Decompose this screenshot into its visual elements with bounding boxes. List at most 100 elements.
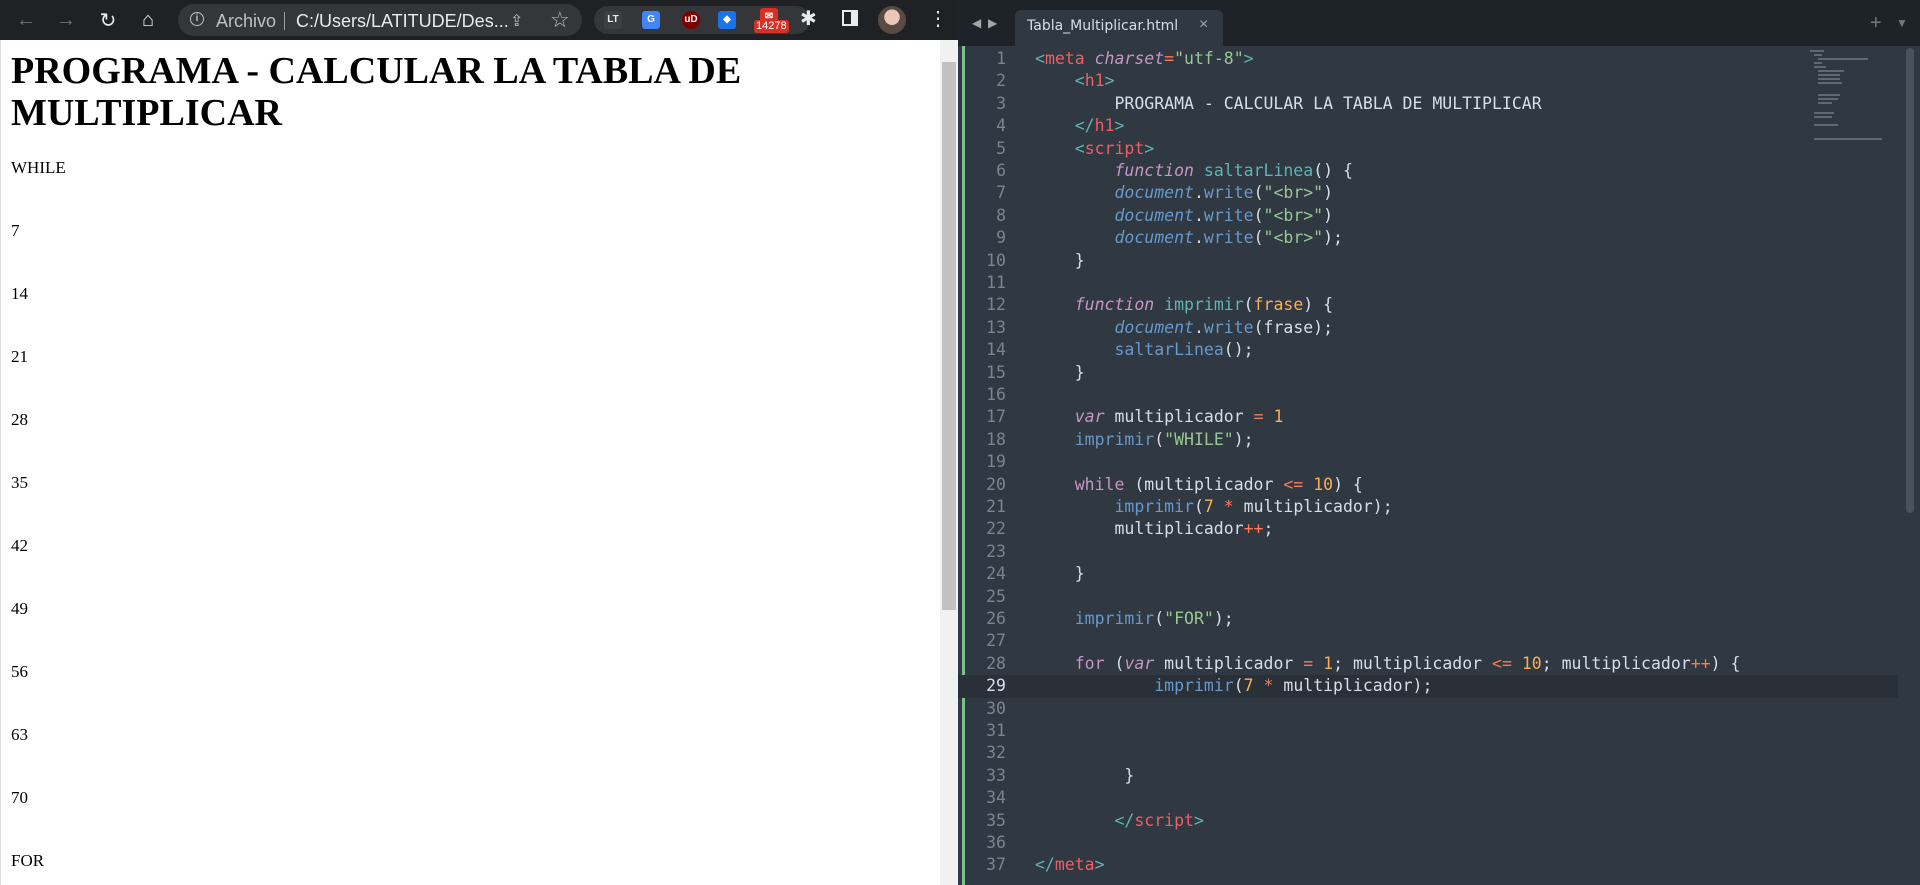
code-line: 18 imprimir("WHILE"); [958,429,1898,451]
line-number: 6 [996,161,1006,180]
line-number: 27 [986,631,1006,651]
code-line: 34 [958,787,1898,809]
line-number: 30 [986,698,1006,718]
code-line: 36 [958,832,1898,854]
code-line: 10 } [958,250,1898,272]
line-number: 33 [986,765,1006,785]
code-line: 1 <meta charset="utf-8"> [958,48,1898,70]
code-line: 3 PROGRAMA - CALCULAR LA TABLA DE MULTIP… [958,93,1898,115]
browser-window: ← → ↻ ⌂ i Archivo C:/Users/LATITUDE/Des.… [0,0,958,885]
menu-dots-icon[interactable]: ⋮ [928,6,948,31]
line-number: 16 [986,385,1006,404]
code-text: </meta> [1035,855,1105,875]
code-line: 22 multiplicador++; [958,518,1898,540]
code-text: document.write("<br>") [1114,205,1334,225]
code-line: 21 imprimir(7 * multiplicador); [958,496,1898,518]
code-line: 27 [958,630,1898,652]
code-line: 33 } [958,765,1898,787]
code-line: 4 </h1> [958,115,1898,137]
code-line: 11 [958,272,1898,294]
forward-arrow-icon[interactable]: → [52,6,80,34]
browser-toolbar: ← → ↻ ⌂ i Archivo C:/Users/LATITUDE/Des.… [0,0,958,40]
code-line: 24 } [958,563,1898,585]
code-line: 20 while (multiplicador <= 10) { [958,474,1898,496]
code-text: <meta charset="utf-8"> [1035,49,1254,68]
code-text: </h1> [1074,116,1125,136]
code-text: document.write("<br>") [1114,183,1334,203]
code-text: <h1> [1074,71,1115,91]
code-line: 31 [958,720,1898,742]
output-line: FOR [11,851,45,870]
google-translate-icon[interactable]: G [642,11,660,29]
mail-badge: 14278 [754,20,789,33]
line-number: 29 [986,676,1006,696]
code-text: imprimir("FOR"); [1074,609,1234,628]
home-icon[interactable]: ⌂ [134,6,162,34]
code-text: imprimir(7 * multiplicador); [1114,497,1393,516]
code-line: 5 <script> [958,138,1898,160]
output-line: 14 [11,284,28,303]
reload-icon[interactable]: ↻ [94,6,122,34]
line-number: 14 [986,340,1006,360]
code-line: 8 document.write("<br>") [958,205,1898,227]
puzzle-icon[interactable]: ✱ [800,6,817,31]
output-line: WHILE [11,158,66,177]
output-line: 49 [11,599,28,618]
close-icon[interactable]: × [1199,16,1208,34]
code-text: } [1035,765,1135,785]
page-scrollbar-thumb[interactable] [942,62,956,610]
file-tab-label: Tabla_Multiplicar.html [1027,18,1179,34]
line-number: 12 [986,295,1006,315]
page-heading: PROGRAMA - CALCULAR LA TABLA DE MULTIPLI… [11,50,742,134]
tab-list-icon[interactable]: ▼ [1896,16,1908,30]
code-line: 2 <h1> [958,70,1898,92]
line-number: 3 [996,93,1006,113]
code-text: function saltarLinea() { [1114,161,1353,180]
line-number: 34 [986,788,1006,808]
line-number: 19 [986,452,1006,472]
share-icon[interactable]: ⇪ [510,11,523,31]
line-number: 26 [986,609,1006,628]
tab-scroll-right-icon[interactable]: ▶ [988,16,997,30]
output-line: 28 [11,410,28,429]
line-number: 4 [996,116,1006,136]
star-icon[interactable]: ☆ [550,7,570,33]
line-number: 7 [996,183,1006,203]
line-number: 28 [986,653,1006,673]
line-number: 36 [986,833,1006,852]
code-line: 26 imprimir("FOR"); [958,608,1898,630]
line-number: 22 [986,519,1006,539]
line-number: 1 [996,49,1006,68]
file-tab[interactable]: Tabla_Multiplicar.html × [1015,10,1223,46]
code-line: 7 document.write("<br>") [958,182,1898,204]
output-line: 56 [11,662,28,681]
address-bar[interactable]: i Archivo C:/Users/LATITUDE/Des... ⇪ ☆ [178,4,582,36]
back-arrow-icon[interactable]: ← [12,6,40,34]
code-line: 9 document.write("<br>"); [958,227,1898,249]
line-number: 5 [996,138,1006,158]
code-text: var multiplicador = 1 [1074,407,1284,427]
code-text: multiplicador++; [1035,519,1274,539]
output-line: 42 [11,536,28,555]
code-text: imprimir(7 * multiplicador); [1154,676,1433,696]
code-line: 13 document.write(frase); [958,317,1898,339]
ublock-icon[interactable]: uD [682,11,700,29]
minimap[interactable] [1810,48,1892,140]
line-number: 9 [996,228,1006,248]
address-scheme-label: Archivo [216,11,277,31]
line-number: 24 [986,564,1006,584]
tab-scroll-left-icon[interactable]: ◀ [972,16,981,30]
side-panel-icon[interactable] [842,10,858,26]
editor-scrollbar[interactable] [1906,48,1914,513]
output-line: 35 [11,473,28,492]
extension-icon[interactable]: ◆ [718,11,736,29]
code-line: 14 saltarLinea(); [958,339,1898,361]
code-line: 6 function saltarLinea() { [958,160,1898,182]
info-icon[interactable]: i [190,12,204,26]
code-text: for (var multiplicador = 1; multiplicado… [1074,653,1741,673]
translate-ext-icon[interactable]: LT [604,11,622,29]
address-url[interactable]: C:/Users/LATITUDE/Des... [296,11,522,32]
plus-icon[interactable]: + [1870,12,1882,35]
avatar[interactable] [878,6,906,34]
line-number: 21 [986,497,1006,516]
